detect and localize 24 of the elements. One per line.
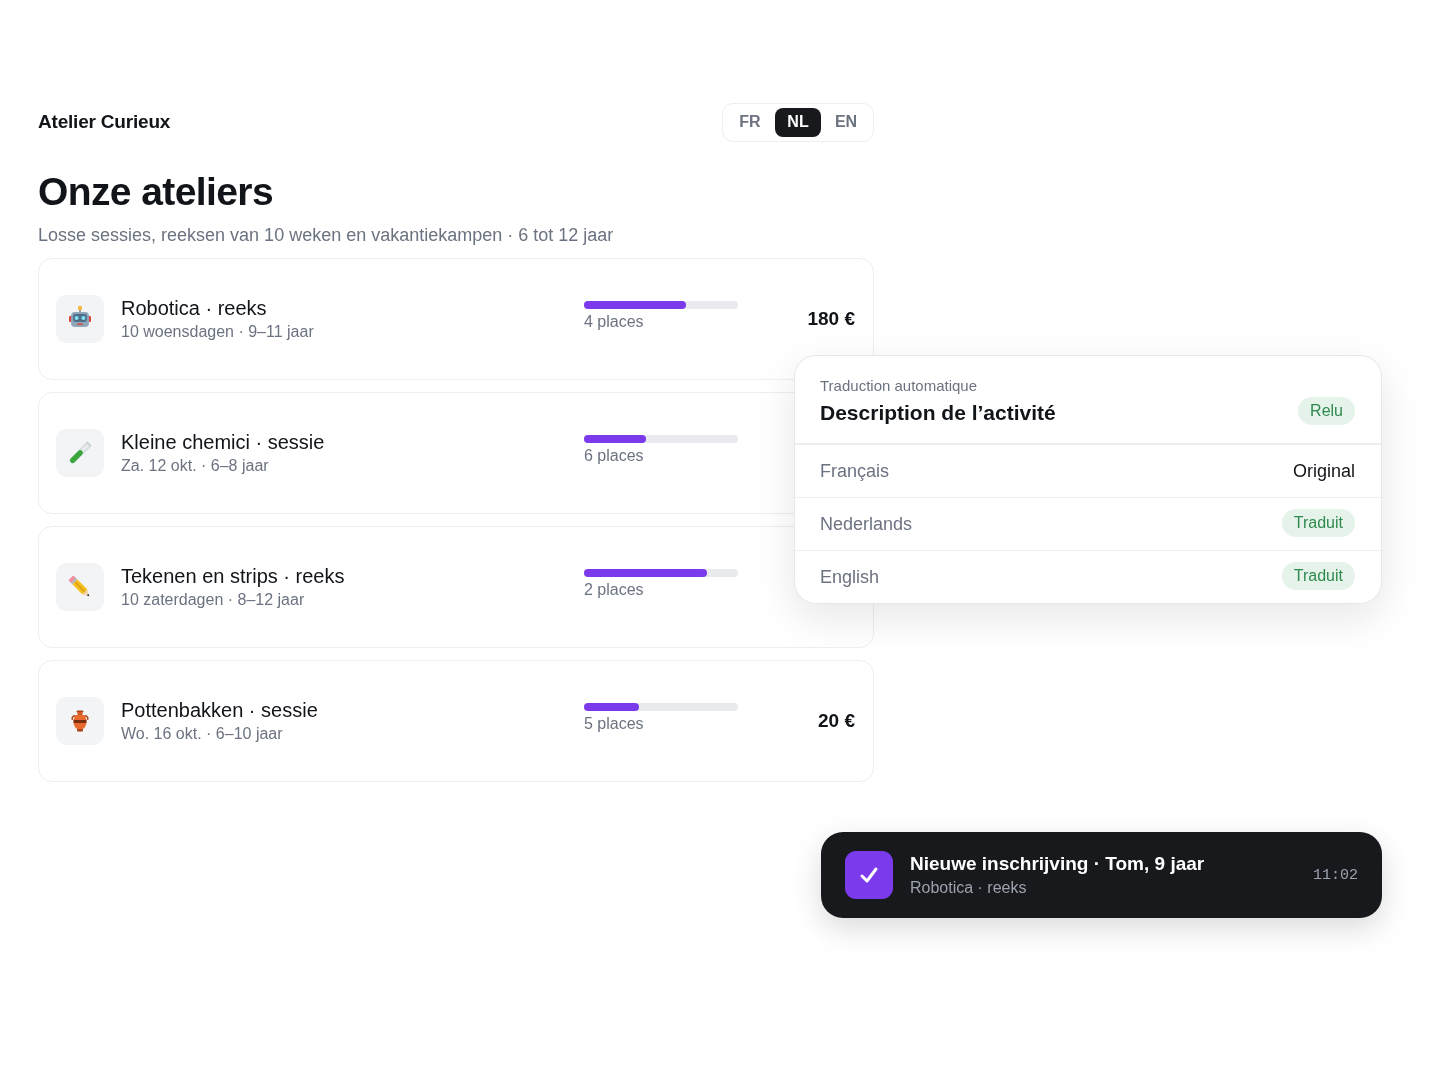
status-text: Original [1292,460,1355,482]
price-label: 180 € [807,308,855,330]
status-tag: Traduit [1281,562,1355,590]
status-tag: Traduit [1281,509,1355,537]
places-label: 4 places [584,311,645,332]
brand-name: Atelier Curieux [38,111,171,133]
workshop-details: Wo. 16 okt. · 6–10 jaar [121,724,284,744]
toast-subtitle: Robotica · reeks [910,878,1028,898]
workshop-title: Kleine chemici · sessie [121,430,326,454]
workshop-details: Za. 12 okt. · 6–8 jaar [121,456,270,476]
page-title: Onze ateliers [38,169,274,215]
page-subtitle: Losse sessies, reeksen van 10 weken en vakantiekampen · 6 tot 12 jaar [38,224,615,247]
price-label: 20 € [818,710,855,732]
workshop-details: 10 woensdagen · 9–11 jaar [121,322,315,342]
places-label: 2 places [584,579,645,600]
status-tag: Relu [1298,397,1355,425]
workshop-details: 10 zaterdagen · 8–12 jaar [121,590,306,610]
toast-title: Nieuwe inschrijving · Tom, 9 jaar [910,852,1206,876]
workshop-title: Tekenen en strips · reeks [121,564,346,588]
workshop-title: Pottenbakken · sessie [121,698,319,722]
places-label: 5 places [584,713,645,734]
places-label: 6 places [584,445,645,466]
workshop-title: Robotica · reeks [121,296,268,320]
toast-time: 11:02 [1313,866,1358,884]
